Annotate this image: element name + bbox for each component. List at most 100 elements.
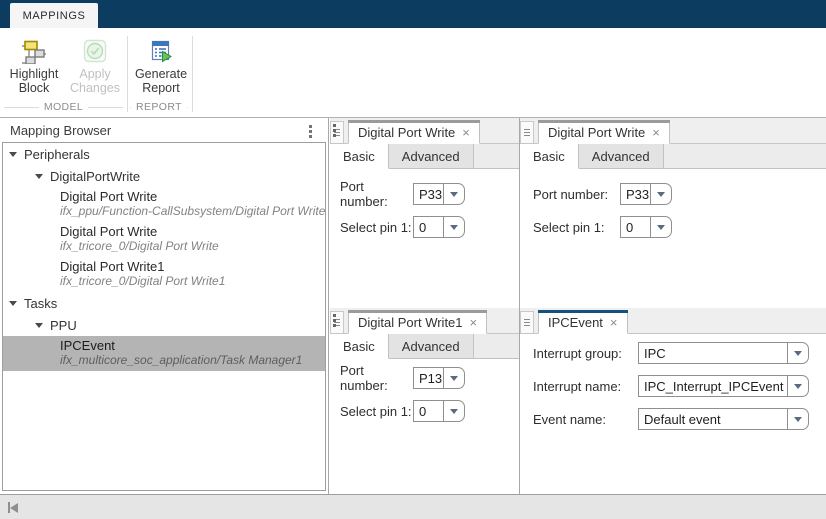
expander-icon[interactable] — [35, 323, 43, 328]
toolstrip-divider — [192, 36, 193, 112]
select-pin-label: Select pin 1: — [533, 220, 620, 235]
dropdown-arrow-icon[interactable] — [787, 342, 809, 364]
highlight-block-label-line2: Block — [19, 81, 50, 95]
dropdown-arrow-icon[interactable] — [443, 183, 465, 205]
select-pin-dropdown[interactable]: 0 — [413, 400, 465, 422]
event-name-dropdown[interactable]: Default event — [638, 408, 809, 430]
subtab-basic[interactable]: Basic — [330, 144, 389, 169]
subtab-advanced[interactable]: Advanced — [579, 144, 664, 168]
toolstrip: Highlight Block Apply Changes — [0, 28, 826, 118]
apply-changes-icon — [82, 38, 108, 64]
dropdown-arrow-icon[interactable] — [443, 400, 465, 422]
dropdown-arrow-icon[interactable] — [443, 367, 465, 389]
property-subtabs: Basic Advanced — [520, 144, 826, 169]
generate-report-label-line2: Report — [142, 81, 180, 95]
tree-group-digitalportwrite[interactable]: DigitalPortWrite — [3, 165, 325, 187]
document-tab-bar: Digital Port Write1 × — [330, 308, 519, 334]
document-tab-bar: Digital Port Write × — [520, 118, 826, 144]
panel-ipcevent: IPCEvent × Interrupt group: IPC Interrup… — [520, 308, 826, 494]
tree-item-digital-port-write1[interactable]: Digital Port Write1 ifx_tricore_0/Digita… — [3, 257, 325, 292]
event-name-label: Event name: — [533, 412, 638, 427]
collapse-to-start-icon[interactable] — [8, 502, 18, 513]
expander-icon[interactable] — [9, 301, 17, 306]
tree-item-ipcevent[interactable]: IPCEvent ifx_multicore_soc_application/T… — [3, 336, 325, 371]
apply-changes-label-line2: Changes — [70, 81, 120, 95]
select-pin-dropdown[interactable]: 0 — [620, 216, 672, 238]
tab-list-icon[interactable] — [520, 311, 534, 333]
subtab-basic[interactable]: Basic — [520, 144, 579, 169]
select-pin-label: Select pin 1: — [340, 220, 413, 235]
mapping-browser-tree: Peripherals DigitalPortWrite Digital Por… — [2, 142, 326, 491]
tree-group-peripherals[interactable]: Peripherals — [3, 143, 325, 165]
tab-mappings-label: MAPPINGS — [23, 10, 86, 22]
tree-group-label: Tasks — [24, 296, 57, 311]
kebab-menu-icon[interactable] — [306, 122, 315, 141]
highlight-block-button[interactable]: Highlight Block — [5, 34, 63, 95]
doc-tab-ipcevent[interactable]: IPCEvent × — [538, 310, 628, 334]
port-number-dropdown[interactable]: P33 — [620, 183, 672, 205]
toolstrip-divider — [127, 36, 128, 112]
doc-tab-digital-port-write[interactable]: Digital Port Write × — [348, 120, 480, 144]
tab-list-icon[interactable] — [520, 121, 534, 143]
close-icon[interactable]: × — [470, 316, 478, 329]
mapping-browser-title: Mapping Browser — [10, 123, 111, 138]
tree-group-label: Peripherals — [24, 147, 90, 162]
tree-item-name: Digital Port Write — [60, 189, 325, 204]
expander-icon[interactable] — [35, 174, 43, 179]
tree-group-label: PPU — [50, 318, 77, 333]
subtab-advanced[interactable]: Advanced — [389, 334, 474, 358]
kebab-menu-icon[interactable] — [330, 121, 339, 140]
port-number-label: Port number: — [340, 179, 413, 209]
select-pin-label: Select pin 1: — [340, 404, 413, 419]
doc-tab-label: Digital Port Write — [548, 125, 645, 140]
generate-report-button[interactable]: Generate Report — [131, 34, 191, 95]
select-pin-dropdown[interactable]: 0 — [413, 216, 465, 238]
doc-tab-label: Digital Port Write1 — [358, 315, 463, 330]
interrupt-group-dropdown[interactable]: IPC — [638, 342, 809, 364]
panel-digital-port-write-right: Digital Port Write × Basic Advanced Port… — [520, 118, 826, 308]
tree-group-label: DigitalPortWrite — [50, 169, 140, 184]
expander-icon[interactable] — [9, 152, 17, 157]
tree-item-path: ifx_tricore_0/Digital Port Write1 — [60, 274, 325, 289]
dropdown-arrow-icon[interactable] — [787, 408, 809, 430]
panel-digital-port-write1: Digital Port Write1 × Basic Advanced Por… — [330, 308, 519, 494]
doc-tab-label: IPCEvent — [548, 315, 603, 330]
mappings-window: MAPPINGS Highlight Block Apply Changes — [0, 0, 826, 519]
dropdown-arrow-icon[interactable] — [650, 183, 672, 205]
tree-item-digital-port-write-ppu[interactable]: Digital Port Write ifx_ppu/Function-Call… — [3, 187, 325, 222]
interrupt-name-label: Interrupt name: — [533, 379, 638, 394]
close-icon[interactable]: × — [610, 316, 618, 329]
bottom-status-strip — [0, 494, 826, 519]
tree-group-tasks[interactable]: Tasks — [3, 292, 325, 314]
tree-item-path: ifx_multicore_soc_application/Task Manag… — [60, 353, 325, 368]
property-subtabs: Basic Advanced — [330, 334, 519, 359]
subtab-advanced[interactable]: Advanced — [389, 144, 474, 168]
kebab-menu-icon[interactable] — [330, 311, 339, 330]
mapping-browser-panel: Mapping Browser Peripherals DigitalPortW… — [0, 118, 329, 494]
doc-tab-digital-port-write[interactable]: Digital Port Write × — [538, 120, 670, 144]
toolstrip-section-model: MODEL — [4, 101, 123, 113]
tab-mappings[interactable]: MAPPINGS — [10, 3, 98, 28]
tree-item-name: Digital Port Write1 — [60, 259, 325, 274]
dropdown-arrow-icon[interactable] — [787, 375, 809, 397]
subtab-basic[interactable]: Basic — [330, 334, 389, 359]
tree-item-path: ifx_ppu/Function-CallSubsystem/Digital P… — [60, 204, 325, 219]
generate-report-icon — [148, 38, 174, 64]
interrupt-name-dropdown[interactable]: IPC_Interrupt_IPCEvent — [638, 375, 809, 397]
model-section-label: MODEL — [39, 101, 88, 113]
tree-item-digital-port-write-tricore[interactable]: Digital Port Write ifx_tricore_0/Digital… — [3, 222, 325, 257]
dropdown-arrow-icon[interactable] — [650, 216, 672, 238]
close-icon[interactable]: × — [652, 126, 660, 139]
report-section-label: REPORT — [131, 101, 187, 113]
document-tab-bar: Digital Port Write × — [330, 118, 519, 144]
tree-item-name: IPCEvent — [60, 338, 325, 353]
tree-group-ppu[interactable]: PPU — [3, 314, 325, 336]
port-number-dropdown[interactable]: P33 — [413, 183, 465, 205]
doc-tab-digital-port-write1[interactable]: Digital Port Write1 × — [348, 310, 487, 334]
port-number-dropdown[interactable]: P13 — [413, 367, 465, 389]
highlight-block-label-line1: Highlight — [10, 67, 59, 81]
apply-changes-button[interactable]: Apply Changes — [66, 34, 124, 95]
port-number-label: Port number: — [533, 187, 620, 202]
dropdown-arrow-icon[interactable] — [443, 216, 465, 238]
close-icon[interactable]: × — [462, 126, 470, 139]
